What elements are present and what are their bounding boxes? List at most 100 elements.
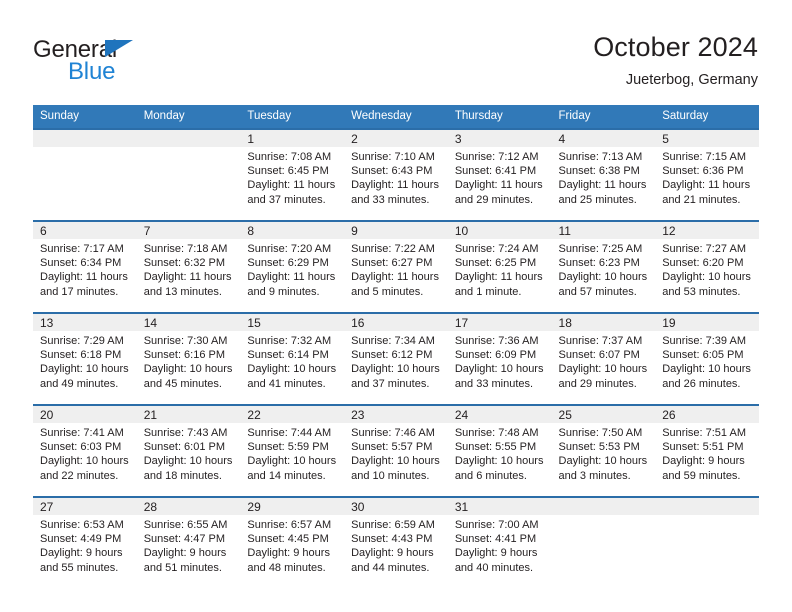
day-number: 10: [447, 222, 552, 239]
calendar-day-cell[interactable]: 31 Sunrise: 7:00 AM Sunset: 4:41 PM Dayligh…: [447, 496, 552, 589]
day-number: 26: [655, 406, 759, 423]
sunset-text: Sunset: 6:45 PM: [247, 165, 329, 178]
calendar-day-cell[interactable]: 18 Sunrise: 7:37 AM Sunset: 6:07 PM Dayligh…: [551, 312, 656, 405]
day-details: Sunrise: 6:59 AM Sunset: 4:43 PM Daylight:…: [344, 515, 448, 575]
day-number: 19: [655, 314, 759, 331]
daylight-text: Daylight: 10 hours and 22 minutes.: [40, 455, 129, 482]
sunset-text: Sunset: 6:16 PM: [143, 349, 226, 362]
calendar-day-cell[interactable]: 9 Sunrise: 7:22 AM Sunset: 6:27 PM Daylight…: [344, 220, 448, 313]
calendar-day-cell[interactable]: 28 Sunrise: 6:55 AM Sunset: 4:47 PM Dayligh…: [136, 496, 241, 589]
calendar-day-cell[interactable]: 16 Sunrise: 7:34 AM Sunset: 6:12 PM Dayligh…: [344, 312, 448, 405]
weekday-header-sunday: Sunday: [33, 105, 137, 129]
calendar-day-cell[interactable]: 23 Sunrise: 7:46 AM Sunset: 5:57 PM Dayligh…: [344, 404, 448, 497]
calendar-day-cell[interactable]: 10 Sunrise: 7:24 AM Sunset: 6:25 PM Dayligh…: [447, 220, 552, 313]
day-number: [551, 498, 656, 515]
sunrise-text: Sunrise: 7:48 AM: [454, 427, 539, 439]
calendar-day-cell[interactable]: 2 Sunrise: 7:10 AM Sunset: 6:43 PM Daylight…: [344, 128, 448, 221]
calendar-day-cell[interactable]: 12 Sunrise: 7:27 AM Sunset: 6:20 PM Dayligh…: [655, 220, 759, 313]
day-details: Sunrise: 7:13 AM Sunset: 6:38 PM Daylight:…: [552, 147, 656, 207]
sunset-text: Sunset: 5:55 PM: [454, 441, 537, 454]
day-details: Sunrise: 7:29 AM Sunset: 6:18 PM Daylight:…: [33, 331, 137, 391]
day-number: [136, 130, 241, 147]
day-number: 3: [447, 130, 552, 147]
day-number: 14: [136, 314, 241, 331]
sunrise-text: Sunrise: 7:46 AM: [351, 427, 435, 439]
daylight-text: Daylight: 10 hours and 26 minutes.: [662, 363, 751, 390]
day-details: Sunrise: 7:36 AM Sunset: 6:09 PM Daylight:…: [448, 331, 552, 391]
weekday-header-tuesday: Tuesday: [240, 105, 345, 129]
calendar-day-cell[interactable]: 20 Sunrise: 7:41 AM Sunset: 6:03 PM Dayligh…: [33, 404, 137, 497]
calendar-day-cell[interactable]: 11 Sunrise: 7:25 AM Sunset: 6:23 PM Dayligh…: [551, 220, 656, 313]
calendar-day-cell[interactable]: 26 Sunrise: 7:51 AM Sunset: 5:51 PM Dayligh…: [655, 404, 759, 497]
page-header: General Blue October 2024 Jueterbog, Ger…: [0, 0, 792, 100]
calendar-day-cell[interactable]: 17 Sunrise: 7:36 AM Sunset: 6:09 PM Dayligh…: [447, 312, 552, 405]
day-details: Sunrise: 7:44 AM Sunset: 5:59 PM Daylight:…: [240, 423, 344, 483]
sunset-text: Sunset: 6:36 PM: [662, 165, 744, 178]
daylight-text: Daylight: 10 hours and 45 minutes.: [143, 363, 233, 390]
calendar-day-cell[interactable]: 4 Sunrise: 7:13 AM Sunset: 6:38 PM Daylight…: [551, 128, 656, 221]
daylight-text: Daylight: 11 hours and 33 minutes.: [351, 179, 439, 206]
sunset-text: Sunset: 5:57 PM: [351, 441, 433, 454]
daylight-text: Daylight: 9 hours and 59 minutes.: [662, 455, 745, 482]
daylight-text: Daylight: 10 hours and 6 minutes.: [454, 455, 544, 482]
calendar-day-cell[interactable]: 7 Sunrise: 7:18 AM Sunset: 6:32 PM Daylight…: [136, 220, 241, 313]
day-details: Sunrise: 7:10 AM Sunset: 6:43 PM Daylight:…: [344, 147, 448, 207]
calendar-day-cell[interactable]: 25 Sunrise: 7:50 AM Sunset: 5:53 PM Dayligh…: [551, 404, 656, 497]
calendar-day-cell[interactable]: 27 Sunrise: 6:53 AM Sunset: 4:49 PM Dayligh…: [33, 496, 137, 589]
sunrise-text: Sunrise: 7:25 AM: [558, 243, 643, 255]
sunset-text: Sunset: 4:47 PM: [143, 533, 226, 546]
sunrise-text: Sunrise: 7:51 AM: [662, 427, 746, 439]
title-block: October 2024 Jueterbog, Germany: [338, 30, 758, 90]
daylight-text: Daylight: 10 hours and 41 minutes.: [247, 363, 337, 390]
calendar-day-cell[interactable]: 5 Sunrise: 7:15 AM Sunset: 6:36 PM Daylight…: [655, 128, 759, 221]
daylight-text: Daylight: 10 hours and 3 minutes.: [558, 455, 648, 482]
calendar-day-cell[interactable]: 8 Sunrise: 7:20 AM Sunset: 6:29 PM Daylight…: [240, 220, 345, 313]
daylight-text: Daylight: 10 hours and 37 minutes.: [351, 363, 440, 390]
day-details: Sunrise: 7:22 AM Sunset: 6:27 PM Daylight:…: [344, 239, 448, 299]
calendar-day-cell[interactable]: 1 Sunrise: 7:08 AM Sunset: 6:45 PM Daylight…: [240, 128, 345, 221]
calendar-day-cell-empty: [551, 496, 656, 589]
sunrise-text: Sunrise: 7:27 AM: [662, 243, 746, 255]
day-details: Sunrise: 7:08 AM Sunset: 6:45 PM Daylight:…: [240, 147, 344, 207]
calendar-day-cell[interactable]: 30 Sunrise: 6:59 AM Sunset: 4:43 PM Dayligh…: [344, 496, 448, 589]
calendar-day-cell[interactable]: 13 Sunrise: 7:29 AM Sunset: 6:18 PM Dayligh…: [33, 312, 137, 405]
sunset-text: Sunset: 6:01 PM: [143, 441, 226, 454]
sunset-text: Sunset: 6:20 PM: [662, 257, 744, 270]
day-details: Sunrise: 6:57 AM Sunset: 4:45 PM Daylight:…: [240, 515, 344, 575]
calendar-day-cell[interactable]: 15 Sunrise: 7:32 AM Sunset: 6:14 PM Dayligh…: [240, 312, 345, 405]
calendar-day-cell[interactable]: 14 Sunrise: 7:30 AM Sunset: 6:16 PM Dayligh…: [136, 312, 241, 405]
sunset-text: Sunset: 5:59 PM: [247, 441, 329, 454]
day-number: 20: [33, 406, 137, 423]
calendar-day-cell[interactable]: 24 Sunrise: 7:48 AM Sunset: 5:55 PM Dayligh…: [447, 404, 552, 497]
weekday-header-wednesday: Wednesday: [344, 105, 448, 129]
calendar-week-row: 13 Sunrise: 7:29 AM Sunset: 6:18 PM Dayligh…: [33, 312, 759, 405]
calendar-day-cell[interactable]: 22 Sunrise: 7:44 AM Sunset: 5:59 PM Dayligh…: [240, 404, 345, 497]
sunrise-text: Sunrise: 7:00 AM: [454, 519, 539, 531]
sunset-text: Sunset: 6:18 PM: [40, 349, 122, 362]
calendar-day-cell[interactable]: 3 Sunrise: 7:12 AM Sunset: 6:41 PM Daylight…: [447, 128, 552, 221]
calendar-day-cell[interactable]: 21 Sunrise: 7:43 AM Sunset: 6:01 PM Dayligh…: [136, 404, 241, 497]
sunset-text: Sunset: 6:25 PM: [454, 257, 537, 270]
daylight-text: Daylight: 10 hours and 53 minutes.: [662, 271, 751, 298]
calendar-day-cell[interactable]: 29 Sunrise: 6:57 AM Sunset: 4:45 PM Dayligh…: [240, 496, 345, 589]
calendar-body: 1 Sunrise: 7:08 AM Sunset: 6:45 PM Daylight…: [33, 128, 759, 589]
day-number: 11: [551, 222, 656, 239]
calendar-week-row: 20 Sunrise: 7:41 AM Sunset: 6:03 PM Dayligh…: [33, 404, 759, 497]
calendar-week-row: 6 Sunrise: 7:17 AM Sunset: 6:34 PM Daylight…: [33, 220, 759, 313]
day-number: 30: [344, 498, 448, 515]
daylight-text: Daylight: 10 hours and 14 minutes.: [247, 455, 337, 482]
calendar-day-cell[interactable]: 19 Sunrise: 7:39 AM Sunset: 6:05 PM Dayligh…: [655, 312, 759, 405]
day-details: Sunrise: 7:34 AM Sunset: 6:12 PM Daylight:…: [344, 331, 448, 391]
day-details: Sunrise: 7:37 AM Sunset: 6:07 PM Daylight:…: [552, 331, 656, 391]
generalblue-logo: General Blue: [33, 38, 223, 90]
calendar-day-cell[interactable]: 6 Sunrise: 7:17 AM Sunset: 6:34 PM Daylight…: [33, 220, 137, 313]
day-number: 8: [240, 222, 345, 239]
daylight-text: Daylight: 11 hours and 13 minutes.: [143, 271, 232, 298]
sunset-text: Sunset: 4:49 PM: [40, 533, 122, 546]
day-number: 5: [655, 130, 759, 147]
day-details: Sunrise: 7:24 AM Sunset: 6:25 PM Daylight:…: [448, 239, 552, 299]
day-number: 2: [344, 130, 448, 147]
daylight-text: Daylight: 11 hours and 9 minutes.: [247, 271, 336, 298]
sunrise-text: Sunrise: 6:57 AM: [247, 519, 332, 531]
day-number: 6: [33, 222, 137, 239]
